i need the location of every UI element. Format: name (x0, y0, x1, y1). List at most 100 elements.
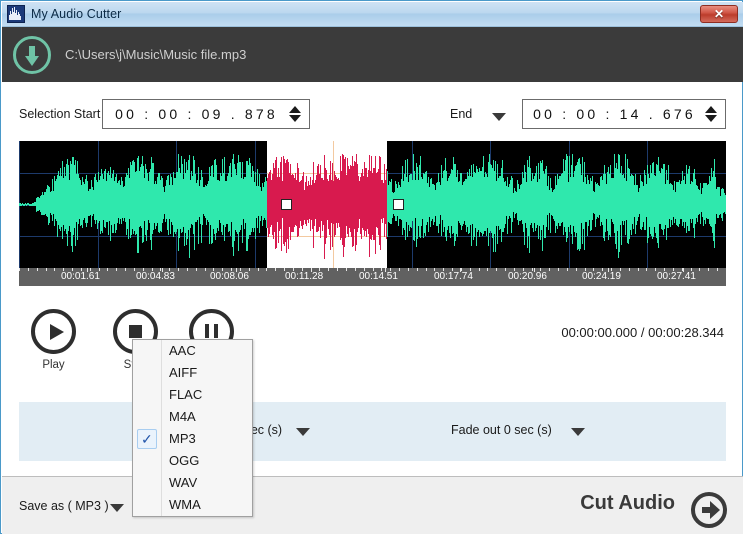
ruler-label: 00:20.96 (508, 271, 547, 282)
cut-audio-button[interactable] (691, 492, 727, 528)
ruler-tick-minor (311, 268, 312, 271)
ruler-tick-minor (72, 268, 73, 271)
ruler-tick-minor (567, 268, 568, 271)
ruler-tick-minor (258, 268, 259, 271)
selection-start-spinner[interactable] (284, 100, 306, 128)
ruler-tick-minor (576, 268, 577, 271)
ruler-tick-minor (585, 268, 586, 271)
selection-end-spinner[interactable] (700, 100, 722, 128)
check-icon (137, 429, 157, 449)
ruler-tick-minor (655, 268, 656, 271)
pause-icon (205, 324, 218, 338)
ruler-tick-minor (240, 268, 241, 271)
ruler-tick-minor (408, 268, 409, 271)
ruler-tick-minor (426, 268, 427, 271)
waveform-display[interactable]: 00:01.6100:04.8300:08.0600:11.2800:14.51… (19, 141, 726, 286)
ruler-tick-minor (90, 268, 91, 271)
play-button[interactable]: Play (31, 309, 76, 354)
ruler-tick-minor (381, 268, 382, 271)
ruler-tick-minor (169, 268, 170, 271)
selection-end-input[interactable]: 00 : 00 : 14 . 676 (522, 99, 726, 129)
selection-handle-right[interactable] (393, 199, 404, 210)
ruler-tick-minor (417, 268, 418, 271)
menu-item-label: AIFF (169, 365, 197, 380)
ruler-tick-minor (505, 268, 506, 271)
ruler-tick-minor (116, 268, 117, 271)
save-as-chevron-down-icon[interactable] (110, 504, 124, 512)
timecode-display: 00:00:00.000 / 00:00:28.344 (561, 325, 724, 340)
ruler-tick-minor (602, 268, 603, 271)
bottom-bar: Save as ( MP3 ) Cut Audio (2, 476, 743, 534)
menu-item-wav[interactable]: WAV (133, 472, 252, 494)
ruler-tick-minor (134, 268, 135, 271)
waveform-bars (387, 141, 726, 268)
waveform-segment-before[interactable] (19, 141, 267, 268)
ruler-tick-minor (160, 268, 161, 271)
ruler-tick-minor (99, 268, 100, 271)
ruler-tick-minor (328, 268, 329, 271)
selection-row: Selection Start 00 : 00 : 09 . 878 End 0… (1, 99, 743, 133)
cut-audio-label[interactable]: Cut Audio (580, 492, 675, 515)
ruler-tick-minor (461, 268, 462, 271)
menu-item-aiff[interactable]: AIFF (133, 362, 252, 384)
ruler-tick-minor (355, 268, 356, 271)
ruler-tick-minor (81, 268, 82, 271)
menu-item-wma[interactable]: WMA (133, 494, 252, 516)
fade-out-chevron-down-icon[interactable] (571, 428, 585, 436)
waveform-bars (19, 141, 267, 268)
ruler-label: 00:27.41 (657, 271, 696, 282)
menu-item-ogg[interactable]: OGG (133, 450, 252, 472)
menu-item-flac[interactable]: FLAC (133, 384, 252, 406)
waveform-segment-after[interactable] (387, 141, 726, 268)
spinner-down-icon[interactable] (289, 115, 301, 122)
ruler-tick-minor (54, 268, 55, 271)
app-waveform-icon (7, 5, 25, 23)
ruler-tick-minor (638, 268, 639, 271)
ruler-tick-minor (222, 268, 223, 271)
format-dropdown-menu[interactable]: AAC AIFF FLACM4AMP3OGGWAVWMA (132, 339, 253, 517)
waveform-canvas[interactable] (19, 141, 726, 268)
file-path-label: C:\Users\j\Music\Music file.mp3 (65, 47, 246, 62)
menu-item-m4a[interactable]: M4A (133, 406, 252, 428)
ruler-tick-minor (558, 268, 559, 271)
ruler-tick-minor (487, 268, 488, 271)
ruler-tick-minor (682, 268, 683, 271)
ruler-tick-minor (620, 268, 621, 271)
close-button[interactable]: ✕ (700, 5, 738, 23)
fade-out-label[interactable]: Fade out 0 sec (s) (451, 423, 552, 437)
ruler-tick-minor (37, 268, 38, 271)
ruler-tick-minor (249, 268, 250, 271)
ruler-tick-minor (152, 268, 153, 271)
save-as-label[interactable]: Save as ( MP3 ) (19, 499, 109, 513)
menu-item-label: AAC (169, 343, 196, 358)
ruler-tick-minor (470, 268, 471, 271)
ruler-label: 00:11.28 (285, 271, 323, 282)
selection-handle-left[interactable] (281, 199, 292, 210)
ruler-label: 00:24.19 (582, 271, 621, 282)
spinner-down-icon[interactable] (705, 115, 717, 122)
ruler-tick-minor (213, 268, 214, 271)
ruler-tick-minor (46, 268, 47, 271)
ruler-label: 00:14.51 (359, 271, 398, 282)
fade-in-chevron-down-icon[interactable] (296, 428, 310, 436)
selection-end-label: End (450, 107, 472, 121)
file-header-bar: C:\Users\j\Music\Music file.mp3 (2, 27, 743, 82)
ruler-tick-minor (593, 268, 594, 271)
ruler-tick-minor (514, 268, 515, 271)
ruler-tick-minor (63, 268, 64, 271)
ruler-label: 00:08.06 (210, 271, 249, 282)
selection-start-input[interactable]: 00 : 00 : 09 . 878 (102, 99, 310, 129)
menu-item-aac[interactable]: AAC (133, 340, 252, 362)
ruler-tick-minor (284, 268, 285, 271)
ruler-tick-minor (143, 268, 144, 271)
ruler-tick-minor (629, 268, 630, 271)
download-arrow-icon[interactable] (13, 36, 51, 74)
ruler-tick-minor (205, 268, 206, 271)
ruler-tick-minor (399, 268, 400, 271)
menu-item-mp3[interactable]: MP3 (133, 428, 252, 450)
spinner-up-icon[interactable] (289, 106, 301, 113)
ruler-tick-minor (532, 268, 533, 271)
spinner-up-icon[interactable] (705, 106, 717, 113)
chevron-down-icon[interactable] (492, 113, 506, 121)
ruler-tick-minor (19, 268, 20, 271)
